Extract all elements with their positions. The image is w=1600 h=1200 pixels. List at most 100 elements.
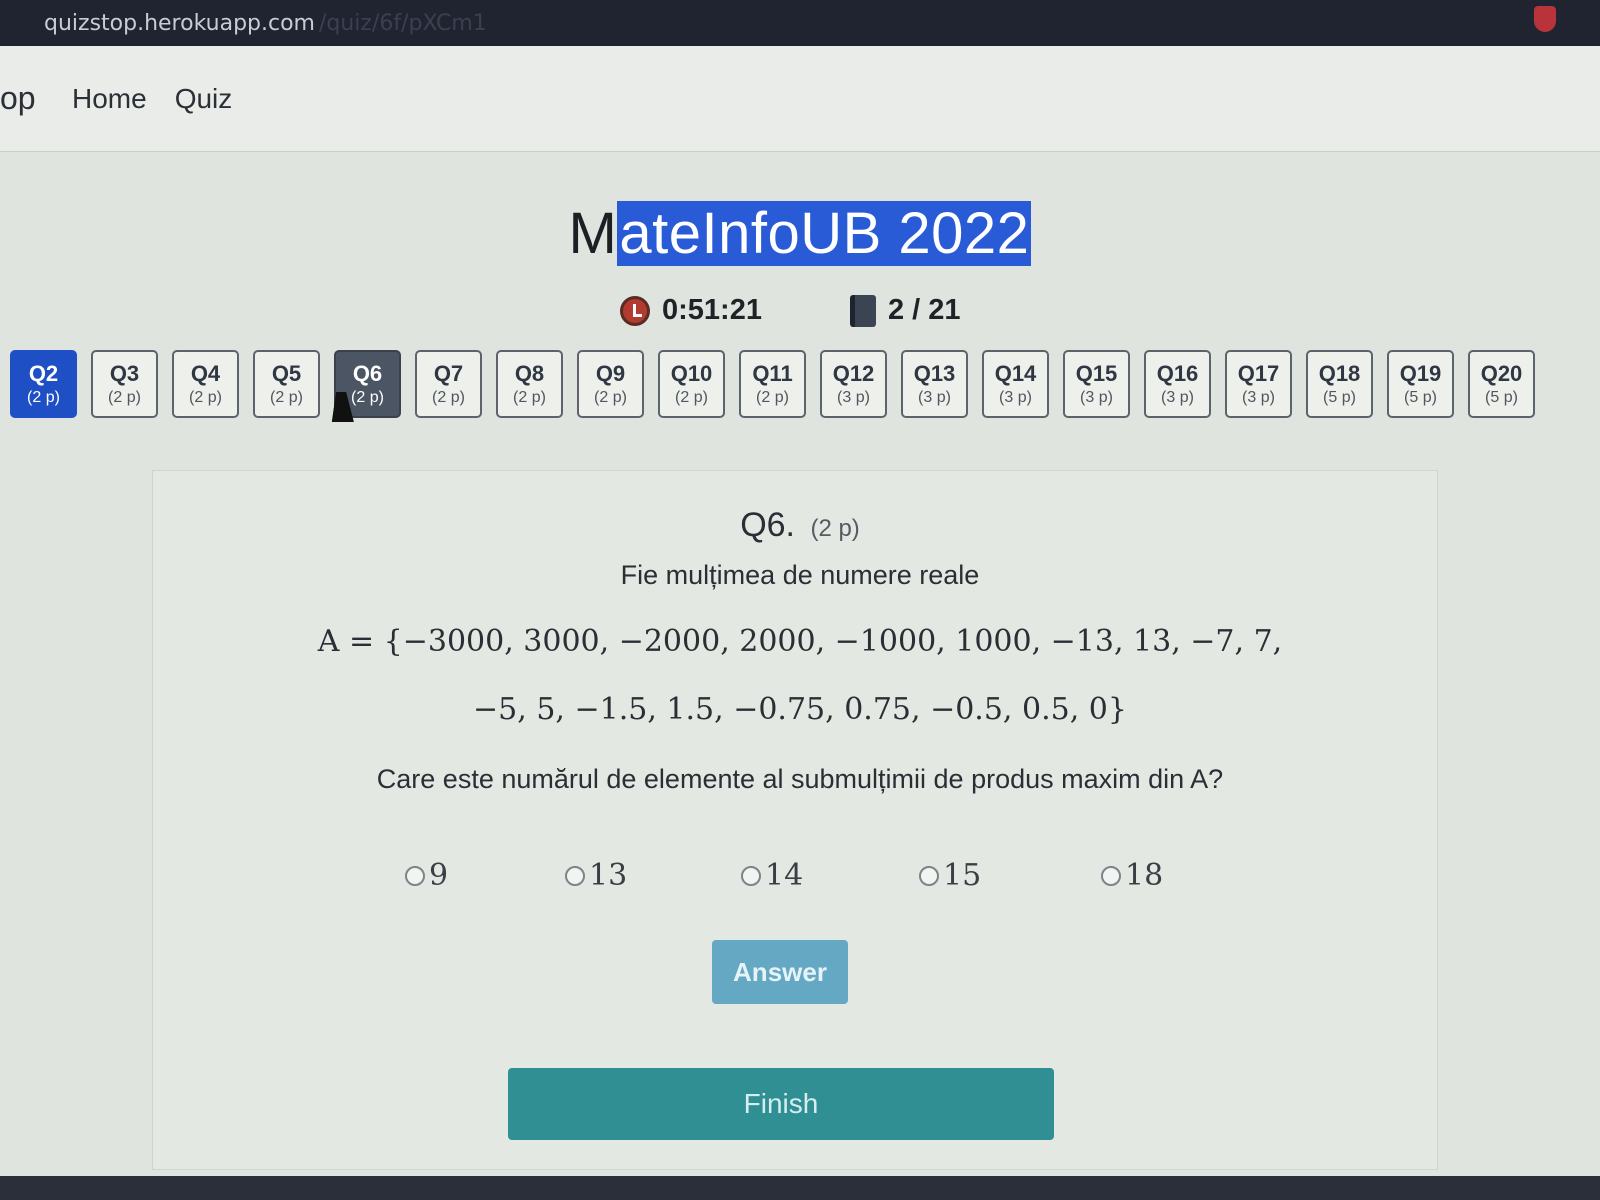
question-nav-label: Q2	[28, 361, 59, 386]
nav-link-home[interactable]: Home	[72, 83, 147, 115]
math-set-line-1: A = {−3000, 3000, −2000, 2000, −1000, 10…	[317, 624, 1283, 659]
math-set-line-2: −5, 5, −1.5, 1.5, −0.75, 0.75, −0.5, 0.5…	[473, 692, 1127, 727]
option-2[interactable]: 13	[565, 858, 627, 893]
question-nav-q12[interactable]: Q12 (3 p)	[820, 350, 887, 418]
question-header: Q6. (2 p)	[0, 506, 1600, 545]
radio-button[interactable]	[565, 865, 585, 886]
question-nav-points: (5 p)	[1404, 389, 1437, 406]
question-nav-points: (2 p)	[189, 389, 222, 406]
question-navigator: Q2 (2 p) Q3 (2 p) Q4 (2 p) Q5 (2 p) Q6 (2 p) Q7 (2 …	[10, 350, 1600, 422]
book-icon	[850, 294, 876, 327]
question-nav-label: Q19	[1399, 361, 1442, 386]
browser-url-bar[interactable]: quizstop.herokuapp.com /quiz/6f/pXCm1	[0, 0, 1600, 46]
finish-button[interactable]: Finish	[508, 1068, 1054, 1140]
question-nav-label: Q5	[271, 361, 302, 386]
answer-button[interactable]: Answer	[712, 940, 848, 1004]
question-nav-points: (5 p)	[1485, 389, 1518, 406]
timer-value: 0:51:21	[662, 294, 762, 326]
question-nav-q17[interactable]: Q17 (3 p)	[1225, 350, 1292, 418]
option-1[interactable]: 9	[405, 858, 448, 893]
question-nav-q18[interactable]: Q18 (5 p)	[1306, 350, 1373, 418]
taskbar	[0, 1176, 1600, 1200]
question-nav-q2[interactable]: Q2 (2 p)	[10, 350, 77, 418]
nav-link-quiz[interactable]: Quiz	[175, 83, 233, 115]
question-nav-label: Q18	[1318, 361, 1361, 386]
timer: 0:51:21	[620, 294, 762, 327]
question-nav-q10[interactable]: Q10 (2 p)	[658, 350, 725, 418]
question-nav-label: Q6	[352, 361, 383, 386]
question-nav-label: Q12	[832, 361, 875, 386]
navbar-brand[interactable]: op	[0, 80, 72, 117]
radio-button[interactable]	[741, 865, 761, 886]
question-nav-label: Q14	[994, 361, 1037, 386]
question-nav-label: Q10	[670, 361, 713, 386]
url-host: quizstop.herokuapp.com	[44, 10, 315, 36]
question-nav-label: Q9	[595, 361, 626, 386]
quiz-status: 0:51:21 2 / 21	[0, 286, 1600, 336]
option-label: 15	[943, 858, 982, 893]
question-nav-points: (2 p)	[594, 389, 627, 406]
question-nav-q13[interactable]: Q13 (3 p)	[901, 350, 968, 418]
option-4[interactable]: 15	[919, 858, 981, 893]
option-label: 14	[765, 858, 804, 893]
alarm-clock-icon	[620, 295, 650, 326]
question-nav-label: Q15	[1075, 361, 1118, 386]
question-nav-q3[interactable]: Q3 (2 p)	[91, 350, 158, 418]
question-nav-points: (2 p)	[270, 389, 303, 406]
option-label: 13	[589, 858, 628, 893]
question-nav-q7[interactable]: Q7 (2 p)	[415, 350, 482, 418]
question-nav-points: (3 p)	[1242, 389, 1275, 406]
question-nav-q20[interactable]: Q20 (5 p)	[1468, 350, 1535, 418]
progress: 2 / 21	[850, 294, 961, 327]
answer-options: 9 13 14 15 18	[405, 858, 1305, 898]
shield-icon[interactable]	[1534, 6, 1556, 32]
question-nav-q9[interactable]: Q9 (2 p)	[577, 350, 644, 418]
question-nav-label: Q7	[433, 361, 464, 386]
question-nav-q4[interactable]: Q4 (2 p)	[172, 350, 239, 418]
question-nav-points: (3 p)	[837, 389, 870, 406]
question-points: (2 p)	[810, 515, 860, 542]
url-path: /quiz/6f/pXCm1	[318, 10, 487, 36]
question-nav-label: Q20	[1480, 361, 1523, 386]
question-nav-points: (3 p)	[1080, 389, 1113, 406]
question-nav-q8[interactable]: Q8 (2 p)	[496, 350, 563, 418]
top-navbar: op Home Quiz	[0, 46, 1600, 152]
page-title-wrap: MateInfoUB 2022	[0, 200, 1600, 267]
mouse-cursor-icon	[331, 392, 359, 422]
question-nav-label: Q16	[1156, 361, 1199, 386]
radio-button[interactable]	[1101, 865, 1121, 886]
option-5[interactable]: 18	[1101, 858, 1163, 893]
question-nav-q11[interactable]: Q11 (2 p)	[739, 350, 806, 418]
question-intro: Fie mulțimea de numere reale	[620, 560, 980, 590]
question-nav-points: (2 p)	[513, 389, 546, 406]
question-number: Q6.	[740, 506, 795, 544]
question-nav-label: Q4	[190, 361, 221, 386]
question-nav-label: Q13	[913, 361, 956, 386]
question-nav-points: (3 p)	[999, 389, 1032, 406]
question-nav-q5[interactable]: Q5 (2 p)	[253, 350, 320, 418]
radio-button[interactable]	[405, 865, 425, 886]
page-title: MateInfoUB 2022	[569, 201, 1032, 266]
question-nav-q16[interactable]: Q16 (3 p)	[1144, 350, 1211, 418]
title-selected-text: ateInfoUB 2022	[617, 201, 1032, 266]
question-nav-points: (5 p)	[1323, 389, 1356, 406]
option-3[interactable]: 14	[741, 858, 803, 893]
question-nav-points: (3 p)	[918, 389, 951, 406]
title-prefix: M	[568, 201, 618, 266]
question-nav-label: Q17	[1237, 361, 1280, 386]
progress-value: 2 / 21	[888, 294, 961, 326]
question-nav-points: (2 p)	[675, 389, 708, 406]
question-nav-points: (2 p)	[108, 389, 141, 406]
question-nav-label: Q8	[514, 361, 545, 386]
question-nav-label: Q11	[752, 361, 793, 386]
question-nav-points: (2 p)	[756, 389, 789, 406]
question-nav-points: (2 p)	[432, 389, 465, 406]
radio-button[interactable]	[919, 865, 939, 886]
question-nav-q19[interactable]: Q19 (5 p)	[1387, 350, 1454, 418]
question-nav-points: (2 p)	[27, 389, 60, 406]
question-nav-q14[interactable]: Q14 (3 p)	[982, 350, 1049, 418]
question-prompt: Care este numărul de elemente al submulț…	[376, 764, 1224, 794]
option-label: 9	[429, 858, 449, 893]
question-nav-points: (3 p)	[1161, 389, 1194, 406]
question-nav-q15[interactable]: Q15 (3 p)	[1063, 350, 1130, 418]
